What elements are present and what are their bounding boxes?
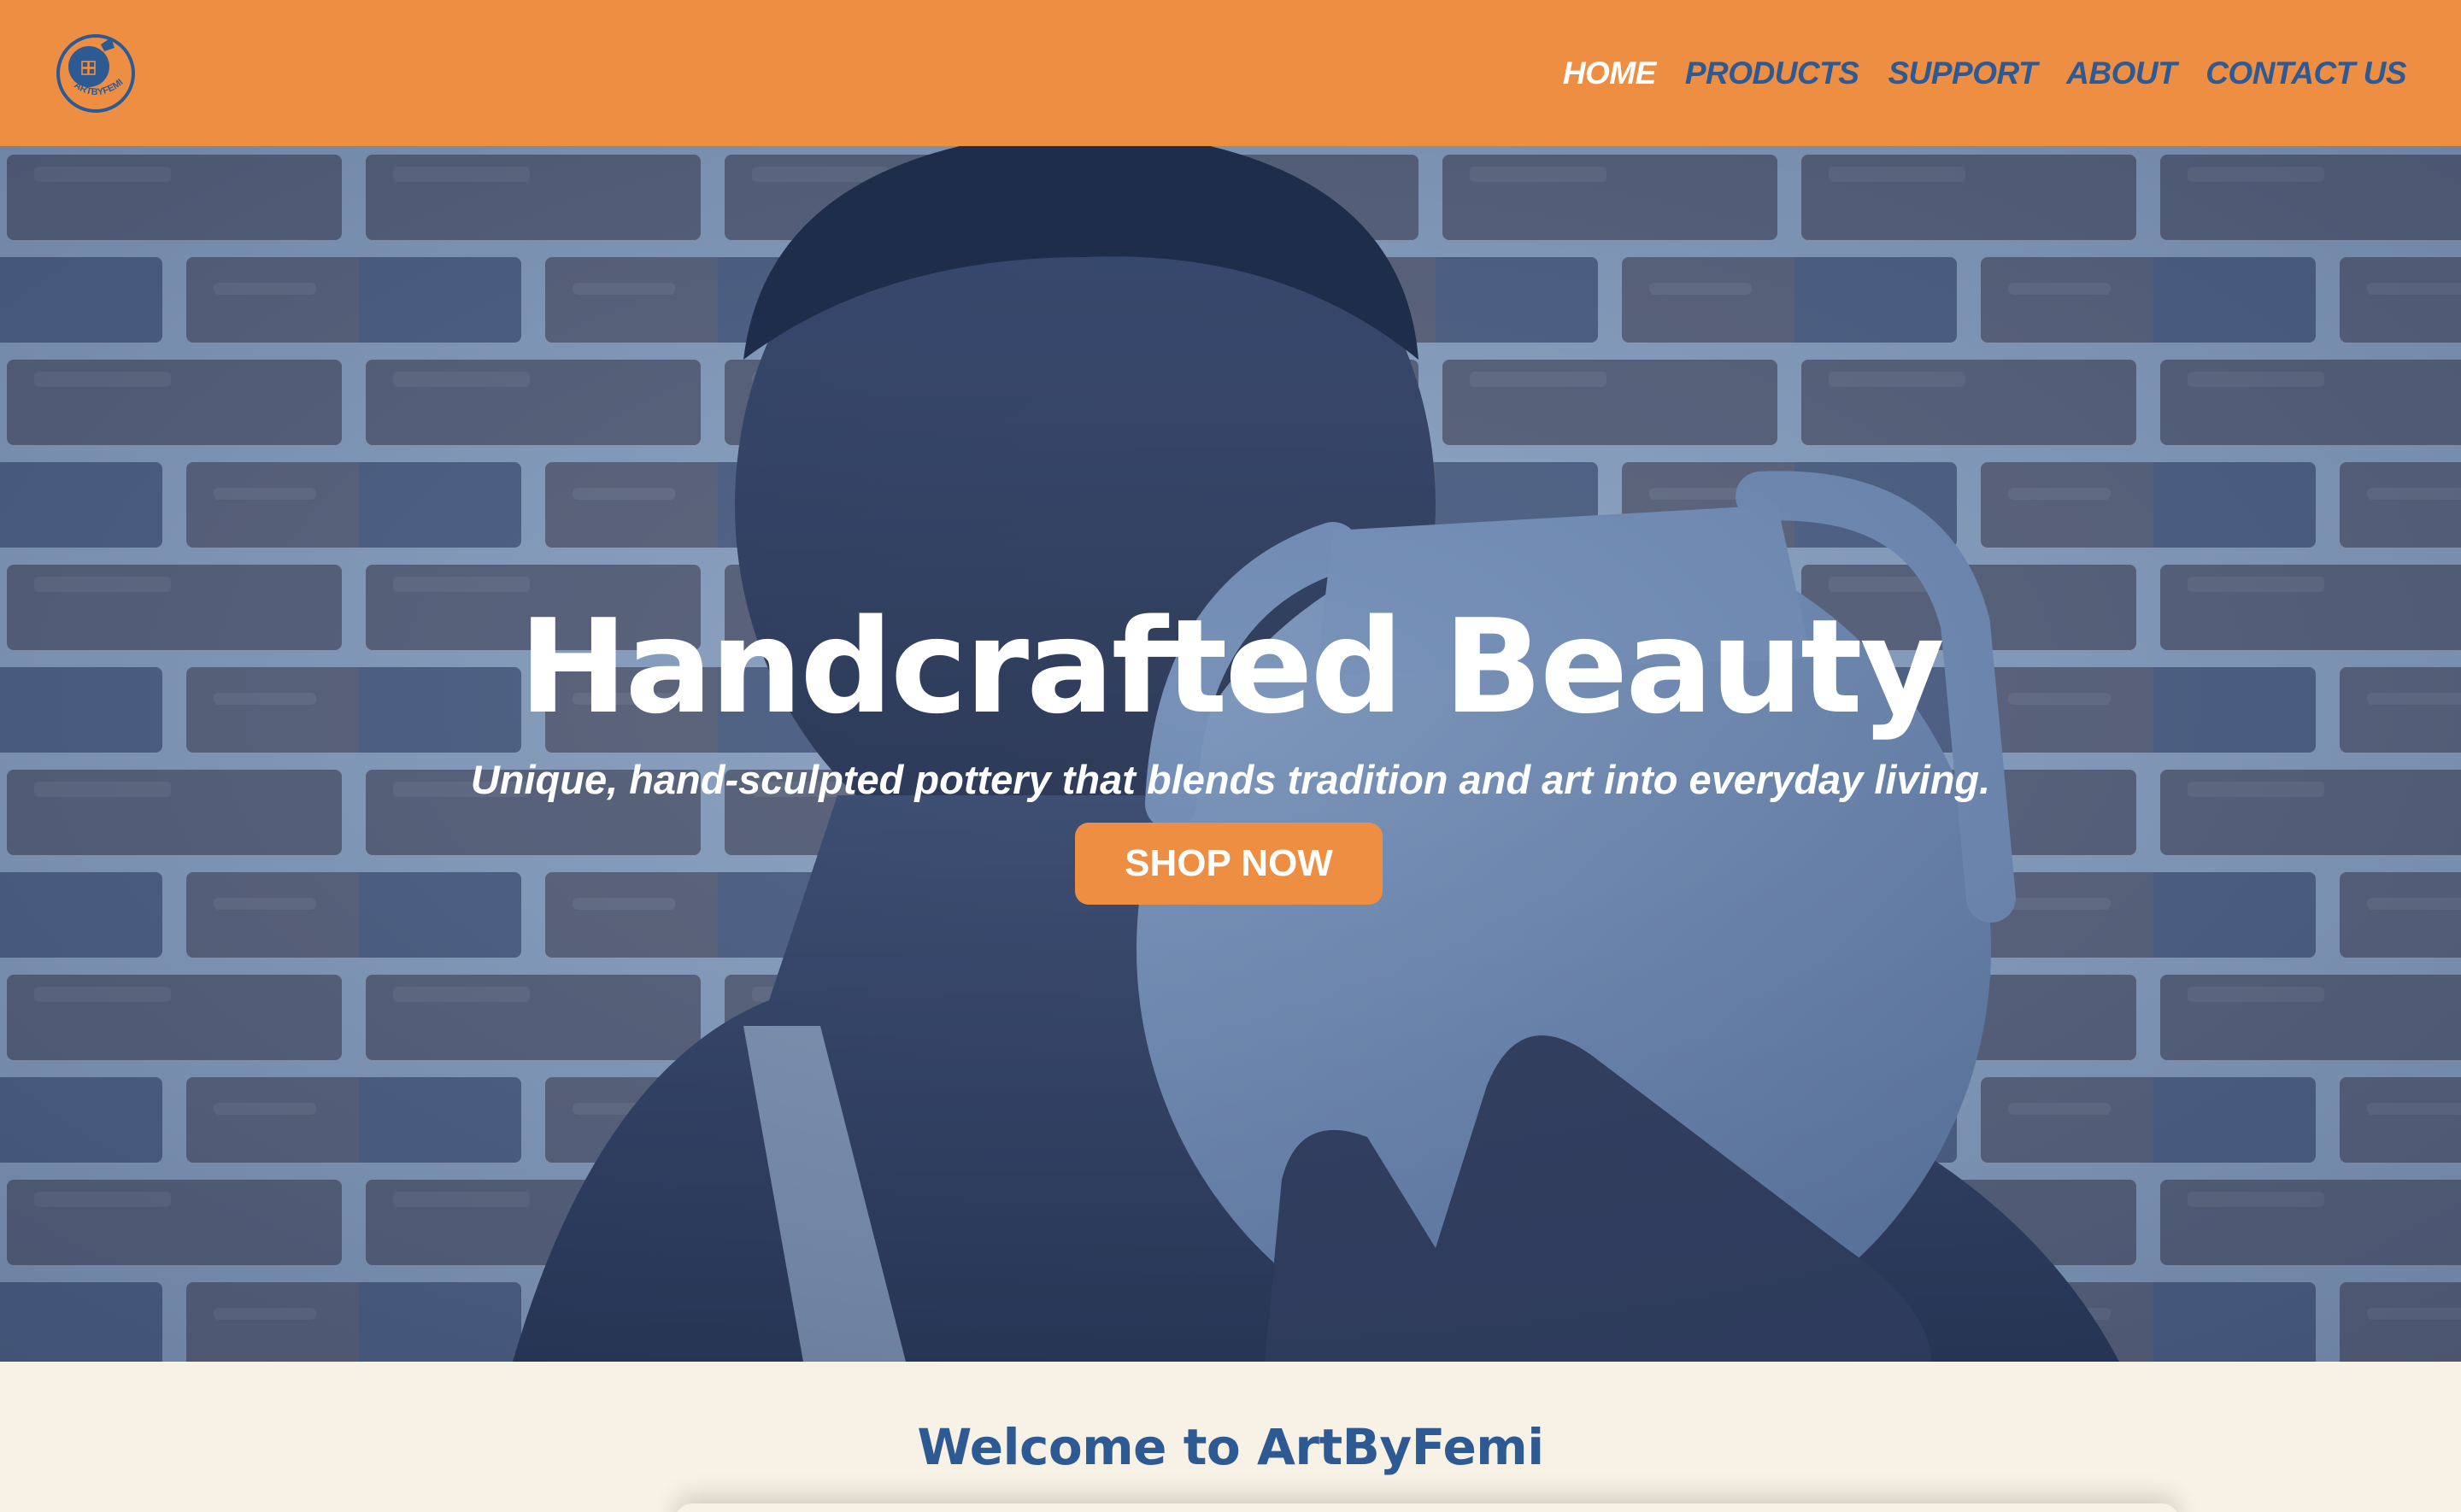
shop-now-button[interactable]: SHOP NOW bbox=[1075, 823, 1383, 905]
nav-products[interactable]: PRODUCTS bbox=[1685, 56, 1859, 91]
page: ARTBYFEMI HOME PRODUCTS SUPPORT ABOUT CO… bbox=[0, 0, 2461, 1512]
nav-home[interactable]: HOME bbox=[1563, 56, 1657, 91]
brand-logo[interactable]: ARTBYFEMI bbox=[51, 29, 140, 118]
nav-support[interactable]: SUPPORT bbox=[1888, 56, 2037, 91]
nav-about[interactable]: ABOUT bbox=[2066, 56, 2177, 91]
welcome-card bbox=[675, 1503, 2179, 1512]
site-header: ARTBYFEMI HOME PRODUCTS SUPPORT ABOUT CO… bbox=[0, 0, 2461, 146]
hero-title: Handcrafted Beauty bbox=[519, 591, 1945, 742]
welcome-section: Welcome to ArtByFemi bbox=[0, 1362, 2461, 1512]
hero-section: Handcrafted Beauty Unique, hand-sculpted… bbox=[0, 146, 2461, 1362]
nav-contact-us[interactable]: CONTACT US bbox=[2206, 56, 2406, 91]
main-nav: HOME PRODUCTS SUPPORT ABOUT CONTACT US bbox=[1563, 56, 2407, 91]
welcome-title: Welcome to ArtByFemi bbox=[917, 1418, 1544, 1476]
hero-content: Handcrafted Beauty Unique, hand-sculpted… bbox=[0, 146, 2461, 1362]
hero-subtitle: Unique, hand-sculpted pottery that blend… bbox=[470, 757, 1991, 802]
